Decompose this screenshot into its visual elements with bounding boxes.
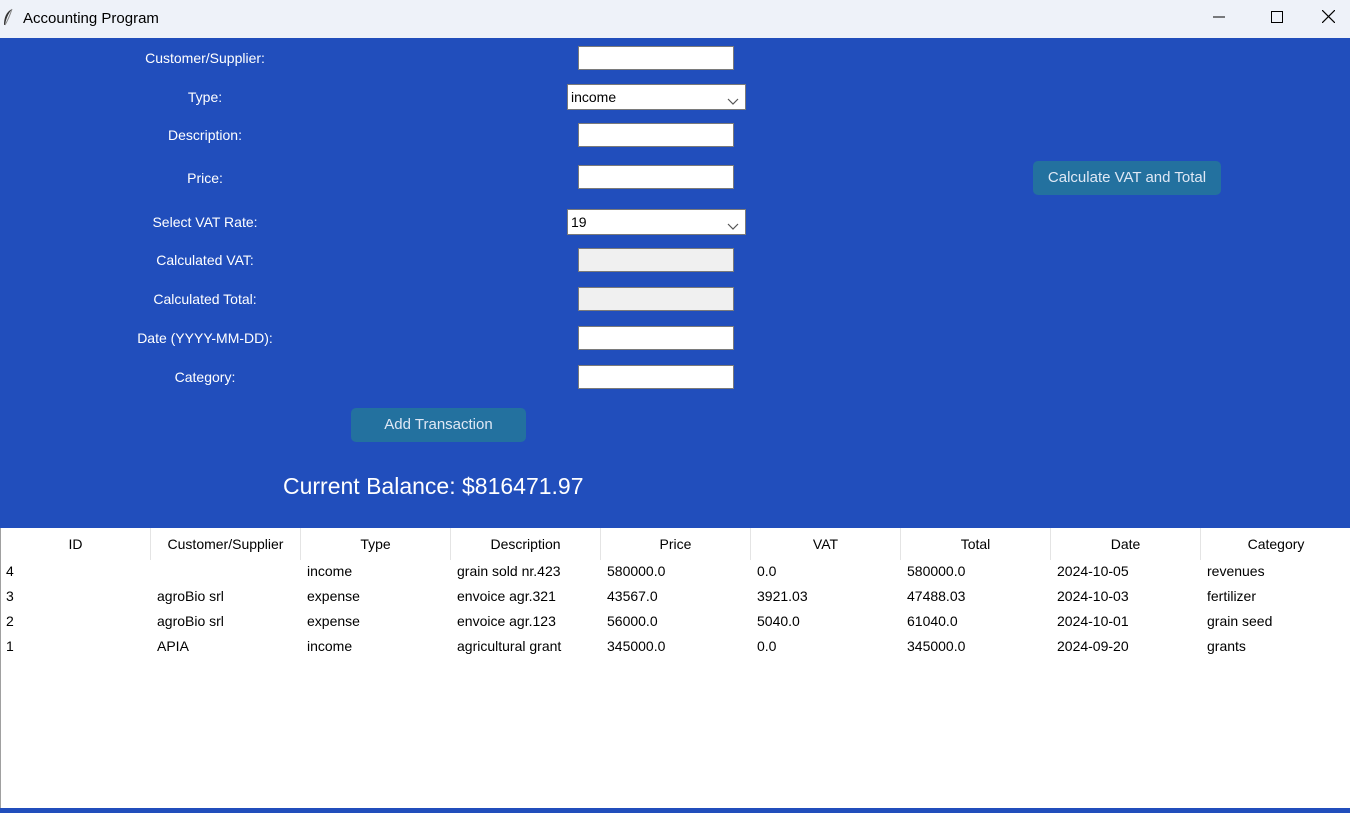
description-label: Description: bbox=[168, 127, 242, 143]
chevron-down-icon bbox=[726, 91, 740, 105]
cell-id: 4 bbox=[6, 563, 14, 579]
column-header-category[interactable]: Category bbox=[1201, 528, 1350, 560]
cell-total: 47488.03 bbox=[907, 588, 966, 604]
cell-total: 345000.0 bbox=[907, 638, 966, 654]
cell-vat: 0.0 bbox=[757, 638, 777, 654]
cell-price: 56000.0 bbox=[607, 613, 658, 629]
table-row[interactable]: 2 agroBio srl expense envoice agr.123 56… bbox=[1, 609, 1350, 634]
calculate-vat-button[interactable]: Calculate VAT and Total bbox=[1033, 161, 1221, 195]
cell-id: 2 bbox=[6, 613, 14, 629]
close-button[interactable] bbox=[1306, 0, 1350, 38]
table-header: ID Customer/Supplier Type Description Pr… bbox=[1, 528, 1350, 560]
title-bar: Accounting Program bbox=[0, 0, 1350, 38]
calculated-vat-label: Calculated VAT: bbox=[156, 252, 254, 268]
column-header-description[interactable]: Description bbox=[451, 528, 601, 560]
cell-description: envoice agr.123 bbox=[457, 613, 556, 629]
price-input[interactable] bbox=[578, 165, 734, 189]
cell-total: 61040.0 bbox=[907, 613, 958, 629]
transactions-table[interactable]: ID Customer/Supplier Type Description Pr… bbox=[0, 528, 1350, 809]
cell-id: 3 bbox=[6, 588, 14, 604]
cell-category: fertilizer bbox=[1207, 588, 1257, 604]
chevron-down-icon bbox=[726, 216, 740, 230]
bottom-border bbox=[0, 808, 1350, 813]
table-row[interactable]: 4 income grain sold nr.423 580000.0 0.0 … bbox=[1, 559, 1350, 584]
maximize-icon bbox=[1271, 10, 1283, 28]
window-title: Accounting Program bbox=[23, 10, 159, 27]
column-header-total[interactable]: Total bbox=[901, 528, 1051, 560]
vat-rate-select[interactable]: 19 bbox=[567, 209, 746, 235]
price-label: Price: bbox=[187, 170, 223, 186]
column-header-type[interactable]: Type bbox=[301, 528, 451, 560]
minimize-icon bbox=[1213, 10, 1225, 28]
cell-type: expense bbox=[307, 588, 360, 604]
vat-rate-label: Select VAT Rate: bbox=[152, 214, 258, 230]
cell-price: 345000.0 bbox=[607, 638, 666, 654]
cell-customer: agroBio srl bbox=[157, 613, 224, 629]
table-row[interactable]: 1 APIA income agricultural grant 345000.… bbox=[1, 634, 1350, 659]
cell-category: revenues bbox=[1207, 563, 1265, 579]
cell-category: grain seed bbox=[1207, 613, 1273, 629]
add-transaction-button[interactable]: Add Transaction bbox=[351, 408, 526, 442]
cell-date: 2024-09-20 bbox=[1057, 638, 1129, 654]
cell-type: expense bbox=[307, 613, 360, 629]
column-header-vat[interactable]: VAT bbox=[751, 528, 901, 560]
maximize-button[interactable] bbox=[1248, 0, 1306, 38]
description-input[interactable] bbox=[578, 123, 734, 147]
type-label: Type: bbox=[187, 89, 223, 105]
minimize-button[interactable] bbox=[1190, 0, 1248, 38]
category-label: Category: bbox=[174, 369, 236, 385]
cell-vat: 3921.03 bbox=[757, 588, 808, 604]
category-input[interactable] bbox=[578, 365, 734, 389]
column-header-date[interactable]: Date bbox=[1051, 528, 1201, 560]
cell-vat: 5040.0 bbox=[757, 613, 800, 629]
type-select-value: income bbox=[571, 89, 617, 105]
cell-id: 1 bbox=[6, 638, 14, 654]
column-header-id[interactable]: ID bbox=[1, 528, 151, 560]
cell-description: grain sold nr.423 bbox=[457, 563, 561, 579]
cell-date: 2024-10-03 bbox=[1057, 588, 1129, 604]
cell-description: agricultural grant bbox=[457, 638, 562, 654]
calculated-total-label: Calculated Total: bbox=[153, 291, 257, 307]
column-header-price[interactable]: Price bbox=[601, 528, 751, 560]
cell-category: grants bbox=[1207, 638, 1246, 654]
cell-type: income bbox=[307, 638, 353, 654]
date-label: Date (YYYY-MM-DD): bbox=[137, 330, 273, 346]
cell-total: 580000.0 bbox=[907, 563, 966, 579]
customer-input[interactable] bbox=[578, 46, 734, 70]
transaction-form: Customer/Supplier: Type: income Descript… bbox=[0, 38, 1350, 528]
cell-description: envoice agr.321 bbox=[457, 588, 556, 604]
cell-price: 580000.0 bbox=[607, 563, 666, 579]
cell-date: 2024-10-05 bbox=[1057, 563, 1129, 579]
cell-customer: agroBio srl bbox=[157, 588, 224, 604]
vat-rate-select-value: 19 bbox=[571, 214, 587, 230]
calculated-vat-field bbox=[578, 248, 734, 272]
table-row[interactable]: 3 agroBio srl expense envoice agr.321 43… bbox=[1, 584, 1350, 609]
cell-vat: 0.0 bbox=[757, 563, 777, 579]
type-select[interactable]: income bbox=[567, 84, 746, 110]
feather-icon bbox=[2, 8, 14, 28]
current-balance: Current Balance: $816471.97 bbox=[283, 473, 584, 499]
cell-type: income bbox=[307, 563, 353, 579]
customer-label: Customer/Supplier: bbox=[145, 50, 265, 66]
calculated-total-field bbox=[578, 287, 734, 311]
date-input[interactable] bbox=[578, 326, 734, 350]
cell-customer: APIA bbox=[157, 638, 189, 654]
cell-price: 43567.0 bbox=[607, 588, 658, 604]
column-header-customer[interactable]: Customer/Supplier bbox=[151, 528, 301, 560]
close-icon bbox=[1321, 9, 1335, 28]
cell-date: 2024-10-01 bbox=[1057, 613, 1129, 629]
